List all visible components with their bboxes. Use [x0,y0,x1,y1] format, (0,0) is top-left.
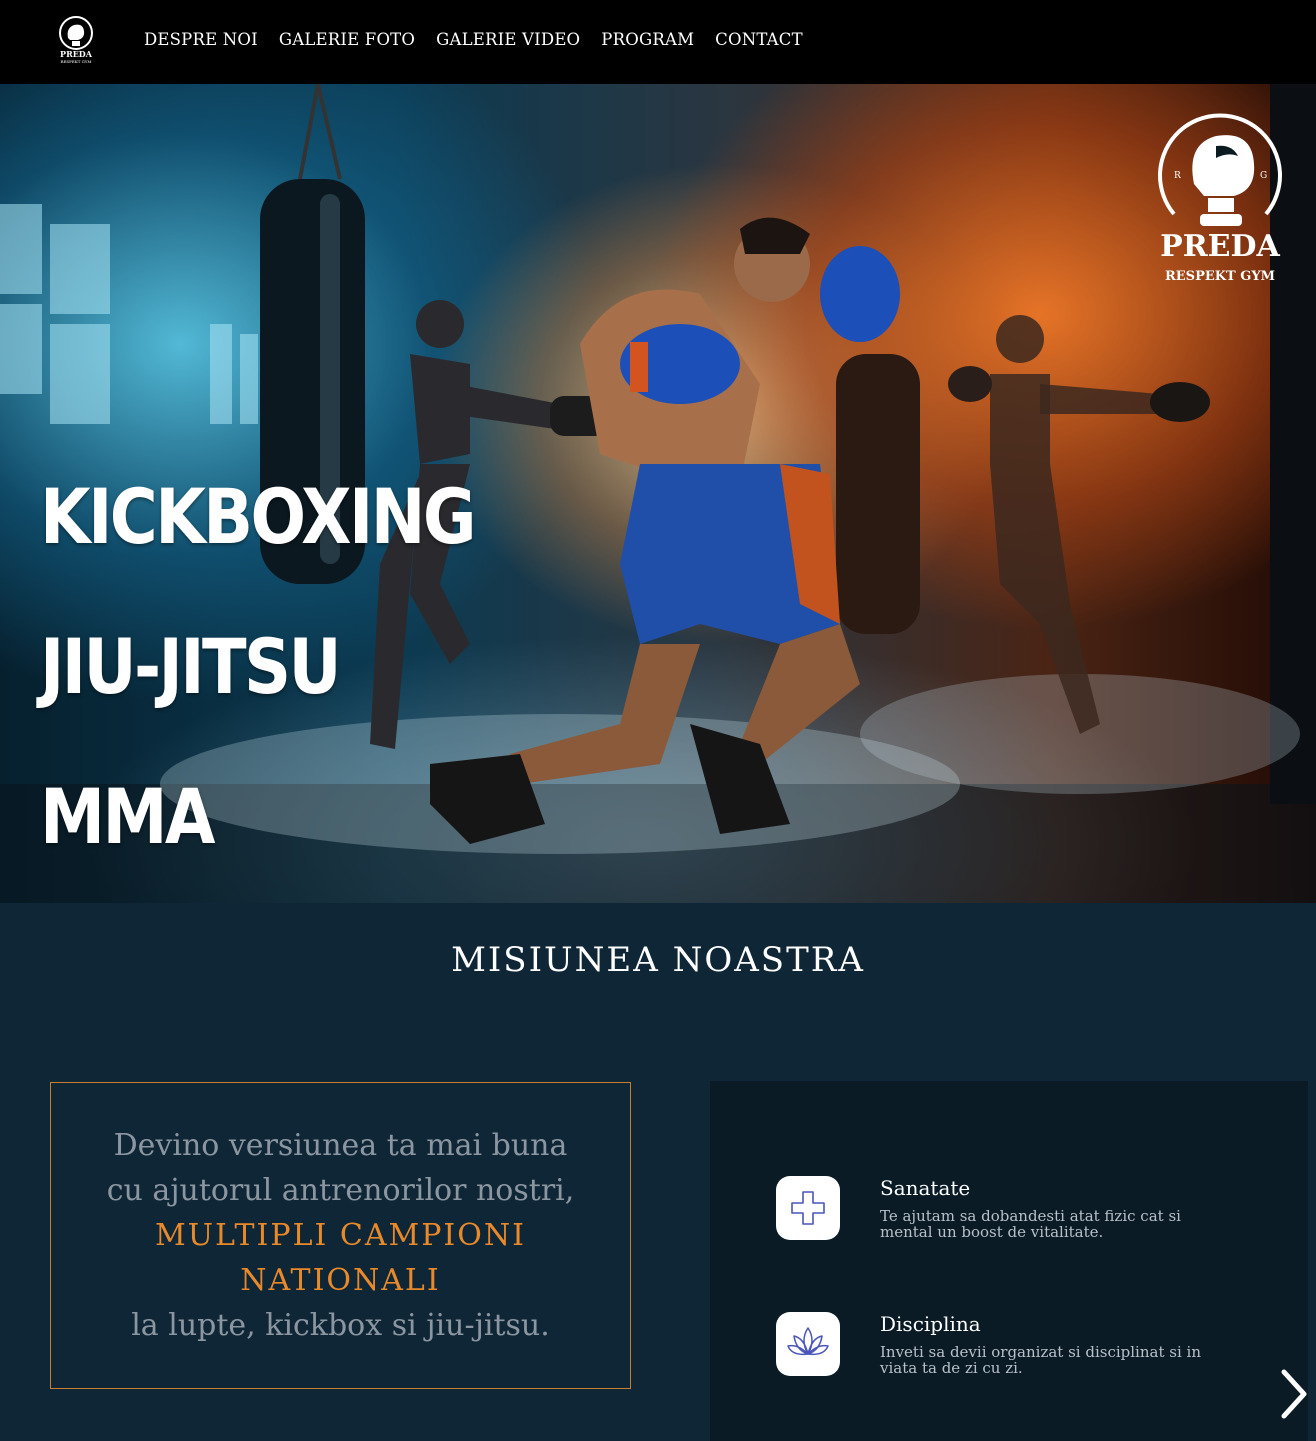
chevron-right-icon[interactable] [1278,1368,1310,1420]
quote-line-2: cu ajutorul antrenorilor nostri, [106,1173,575,1208]
gym-logo-icon[interactable]: PREDA RESPEKT GYM [56,16,96,64]
nav-item-galerie-video[interactable]: GALERIE VIDEO [436,30,580,49]
quote-line-1: Devino versiunea ta mai buna [113,1128,568,1163]
svg-text:RESPEKT GYM: RESPEKT GYM [60,59,91,64]
quote-highlight-2: NATIONALI [240,1263,441,1298]
mission-title: MISIUNEA NOASTRA [451,940,865,980]
hero-title-jiu-jitsu: JIU-JITSU [40,622,342,711]
mission-quote-box: Devino versiunea ta mai buna cu ajutorul… [50,1082,631,1389]
svg-text:RESPEKT GYM: RESPEKT GYM [1165,269,1275,284]
hero-title-kickboxing: KICKBOXING [40,472,476,561]
values-panel: Sanatate Te ajutam sa dobandesti atat fi… [710,1081,1308,1441]
nav-menu: DESPRE NOI GALERIE FOTO GALERIE VIDEO PR… [144,30,824,49]
svg-text:G: G [1260,171,1267,181]
value-title: Sanatate [880,1176,971,1200]
svg-text:PREDA: PREDA [1160,229,1280,264]
value-title: Disciplina [880,1312,981,1336]
lotus-icon [776,1312,840,1376]
hero-title-mma: MMA [40,772,216,861]
svg-text:PREDA: PREDA [60,49,93,59]
nav-item-despre-noi[interactable]: DESPRE NOI [144,30,258,49]
value-description: Inveti sa devii organizat si disciplinat… [880,1343,1201,1377]
quote-line-3: la lupte, kickbox si jiu-jitsu. [131,1308,550,1343]
top-navbar: PREDA RESPEKT GYM DESPRE NOI GALERIE FOT… [0,0,1316,84]
quote-highlight-1: MULTIPLI CAMPIONI [155,1218,526,1253]
nav-item-program[interactable]: PROGRAM [601,30,694,49]
nav-item-galerie-foto[interactable]: GALERIE FOTO [279,30,415,49]
value-description: Te ajutam sa dobandesti atat fizic cat s… [880,1207,1181,1241]
hero-banner: KICKBOXING JIU-JITSU MMA R G PREDA RESPE… [0,84,1316,903]
svg-text:R: R [1174,171,1181,181]
nav-item-contact[interactable]: CONTACT [715,30,803,49]
medical-cross-icon [776,1176,840,1240]
hero-gym-logo: R G PREDA RESPEKT GYM [1158,113,1282,284]
